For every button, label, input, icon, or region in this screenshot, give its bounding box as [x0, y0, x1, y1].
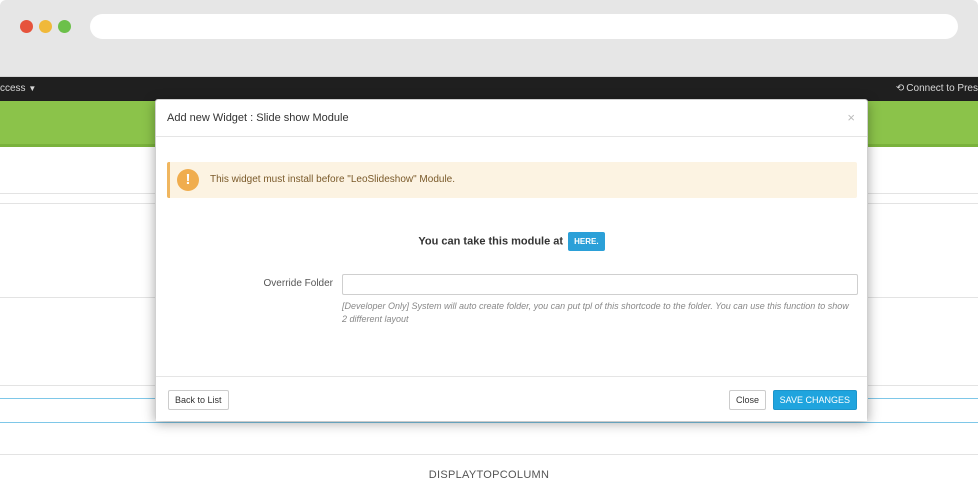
warning-icon: ! — [177, 169, 199, 191]
quick-access-menu[interactable]: ccess ▼ — [0, 83, 36, 94]
take-module-line: You can take this module at HERE. — [156, 232, 867, 251]
divider — [0, 422, 978, 423]
connect-icon: ⟲ — [895, 83, 905, 94]
connect-label: Connect to Pres — [906, 83, 978, 94]
browser-window: ccess ▼ ⟲ Connect to Pres DISPLAYTOPCOLUM… — [0, 0, 978, 500]
warning-alert: ! This widget must install before "LeoSl… — [167, 162, 857, 198]
override-folder-label: Override Folder — [263, 278, 333, 289]
save-changes-button[interactable]: SAVE CHANGES — [772, 390, 857, 410]
caret-down-icon: ▼ — [28, 84, 37, 93]
minimize-window-icon[interactable] — [39, 20, 52, 33]
quick-access-label: ccess — [0, 83, 26, 94]
override-folder-help: [Developer Only] System will auto create… — [342, 301, 849, 324]
override-folder-input[interactable] — [342, 274, 858, 295]
close-window-icon[interactable] — [20, 20, 33, 33]
modal-header: Add new Widget : Slide show Module × — [156, 100, 867, 137]
close-button[interactable]: Close — [728, 390, 766, 410]
modal-footer: Back to List Close SAVE CHANGES — [156, 376, 867, 421]
address-bar[interactable] — [90, 14, 958, 39]
hook-label: DISPLAYTOPCOLUMN — [428, 469, 550, 481]
admin-top-bar: ccess ▼ ⟲ Connect to Pres — [0, 77, 978, 101]
connect-link[interactable]: ⟲ Connect to Pres — [896, 83, 978, 94]
maximize-window-icon[interactable] — [58, 20, 71, 33]
take-module-text: You can take this module at — [418, 235, 564, 248]
modal-title: Add new Widget : Slide show Module — [167, 112, 349, 124]
alert-text: This widget must install before "LeoSlid… — [210, 174, 455, 185]
close-icon[interactable]: × — [847, 110, 855, 125]
browser-toolbar — [0, 0, 978, 77]
here-button[interactable]: HERE. — [568, 232, 605, 251]
back-to-list-button[interactable]: Back to List — [168, 390, 229, 410]
divider — [0, 454, 978, 455]
add-widget-modal: Add new Widget : Slide show Module × ! T… — [155, 99, 868, 421]
